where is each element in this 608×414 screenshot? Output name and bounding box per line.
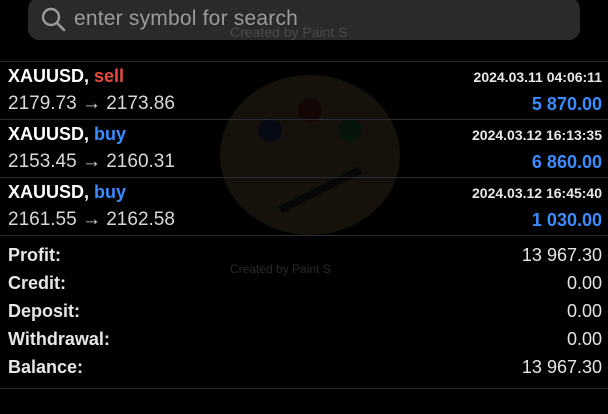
deposit-label: Deposit: [8, 301, 80, 321]
trade-prices: 2153.45 → 2160.31 [8, 151, 175, 172]
trade-symbol: XAUUSD, buy [8, 182, 127, 202]
summary-row-profit: Profit: 13 967.30 [0, 243, 608, 271]
summary-row-deposit: Deposit: 0.00 [0, 299, 608, 327]
separator [0, 388, 608, 389]
trade-side: buy [94, 182, 127, 202]
trade-row[interactable]: XAUUSD, buy 2161.55 → 2162.58 2024.03.12… [0, 178, 608, 236]
profit-label: Profit: [8, 245, 61, 265]
trade-amount: 6 860.00 [531, 152, 602, 172]
search-icon [41, 7, 66, 32]
credit-value: 0.00 [566, 273, 602, 293]
watermark-text: Created by Paint S [230, 24, 348, 40]
trade-symbol: XAUUSD, buy [8, 124, 127, 144]
trade-prices: 2161.55 → 2162.58 [8, 209, 175, 230]
trade-row[interactable]: XAUUSD, sell 2179.73 → 2173.86 2024.03.1… [0, 62, 608, 120]
summary-row-balance: Balance: 13 967.30 [0, 355, 608, 383]
summary-row-credit: Credit: 0.00 [0, 271, 608, 299]
trade-prices: 2179.73 → 2173.86 [8, 93, 175, 114]
trade-row[interactable]: XAUUSD, buy 2153.45 → 2160.31 2024.03.12… [0, 120, 608, 178]
separator [0, 235, 608, 236]
withdrawal-value: 0.00 [566, 329, 602, 349]
trade-symbol: XAUUSD, sell [8, 66, 125, 86]
trade-time: 2024.03.12 16:45:40 [472, 185, 602, 201]
balance-value: 13 967.30 [521, 357, 602, 377]
credit-label: Credit: [8, 273, 66, 293]
trade-side: buy [94, 124, 127, 144]
profit-value: 13 967.30 [521, 245, 602, 265]
balance-label: Balance: [8, 357, 84, 377]
trade-amount: 5 870.00 [531, 94, 602, 114]
summary-row-withdrawal: Withdrawal: 0.00 [0, 327, 608, 355]
trade-time: 2024.03.11 04:06:11 [473, 69, 602, 85]
trade-time: 2024.03.12 16:13:35 [472, 127, 602, 143]
deposit-value: 0.00 [566, 301, 602, 321]
withdrawal-label: Withdrawal: [8, 329, 110, 349]
trade-side: sell [94, 66, 125, 86]
trade-amount: 1 030.00 [531, 210, 602, 230]
